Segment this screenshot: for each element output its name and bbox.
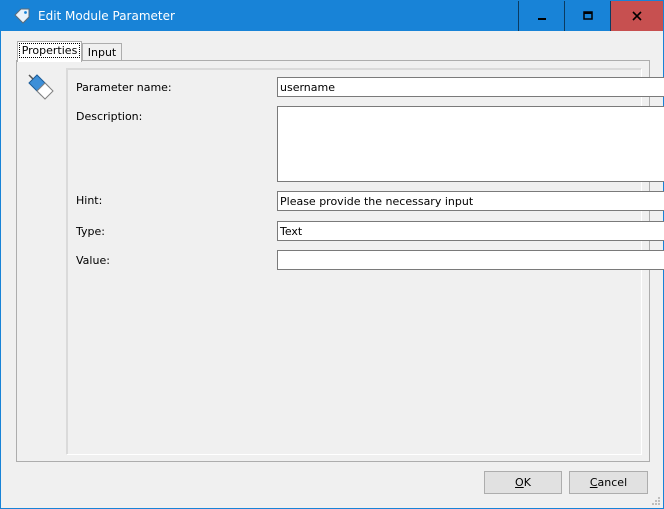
cancel-button[interactable]: Cancel bbox=[569, 471, 648, 494]
close-button[interactable] bbox=[611, 1, 663, 31]
parameter-name-input[interactable]: username bbox=[277, 77, 664, 97]
parameter-name-label: Parameter name: bbox=[76, 81, 172, 94]
hint-input[interactable]: Please provide the necessary input bbox=[277, 191, 664, 211]
window-title: Edit Module Parameter bbox=[38, 9, 175, 23]
type-selected-value: Text bbox=[280, 225, 303, 238]
tab-properties[interactable]: Properties bbox=[17, 41, 82, 62]
resize-grip-icon[interactable] bbox=[651, 496, 661, 506]
type-select[interactable]: Text bbox=[277, 221, 664, 241]
close-icon bbox=[632, 11, 642, 21]
ok-label-rest: K bbox=[523, 476, 531, 489]
minimize-button[interactable] bbox=[519, 1, 565, 31]
value-label: Value: bbox=[76, 254, 110, 267]
tab-label: Input bbox=[87, 46, 117, 59]
minimize-icon bbox=[538, 18, 546, 20]
properties-group: Parameter name: username Description: Hi… bbox=[66, 68, 664, 455]
dialog-window: Edit Module Parameter Properties Input P… bbox=[0, 0, 664, 509]
ok-button[interactable]: OK bbox=[484, 471, 562, 494]
tag-icon bbox=[25, 71, 57, 101]
properties-panel: Parameter name: username Description: Hi… bbox=[16, 60, 664, 462]
maximize-button[interactable] bbox=[565, 1, 611, 31]
maximize-icon bbox=[583, 11, 593, 20]
tab-label: Properties bbox=[18, 43, 81, 58]
value-input[interactable] bbox=[277, 250, 664, 270]
ok-mnemonic: O bbox=[515, 476, 524, 489]
cancel-mnemonic: C bbox=[589, 476, 598, 489]
description-textarea[interactable] bbox=[277, 106, 664, 182]
hint-label: Hint: bbox=[76, 194, 103, 207]
description-label: Description: bbox=[76, 110, 143, 123]
tag-icon bbox=[13, 7, 31, 25]
title-bar[interactable]: Edit Module Parameter bbox=[1, 1, 663, 31]
tab-input[interactable]: Input bbox=[82, 43, 122, 61]
cancel-label-rest: ancel bbox=[597, 476, 628, 489]
type-label: Type: bbox=[76, 225, 105, 238]
